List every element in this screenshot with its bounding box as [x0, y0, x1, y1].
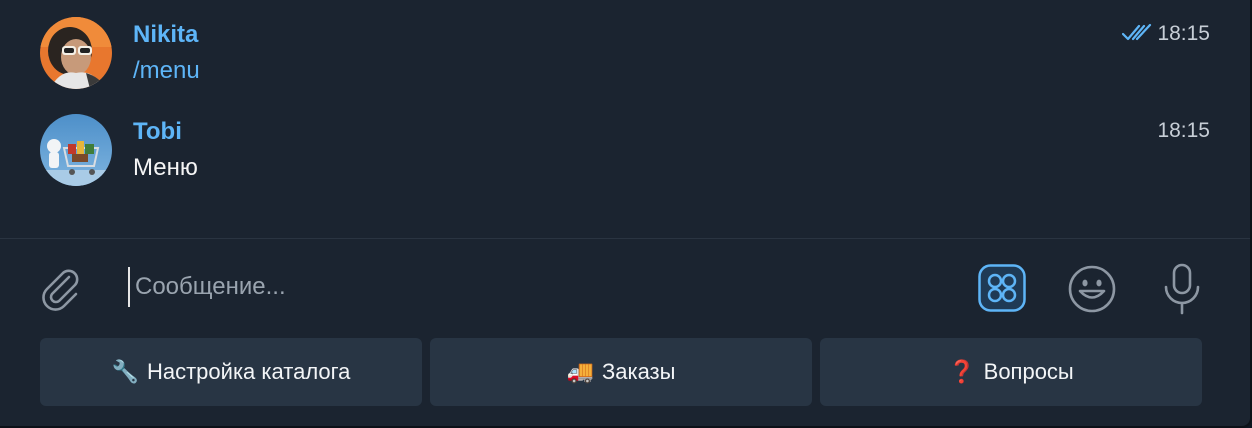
- tobi-avatar-image: [40, 114, 112, 186]
- nikita-avatar-image: [40, 17, 112, 89]
- message-text[interactable]: /menu: [133, 57, 200, 85]
- question-mark-icon: ❓: [948, 359, 976, 385]
- message-input[interactable]: [128, 267, 955, 307]
- keyboard-button-label: Заказы: [601, 359, 676, 384]
- truck-icon: 🚚: [566, 359, 594, 385]
- paperclip-icon[interactable]: [38, 265, 84, 311]
- message-list: Nikita /menu 18:15 Tobi Меню 18:15: [0, 0, 1250, 238]
- message-item[interactable]: Tobi Меню 18:15: [0, 114, 1250, 204]
- message-composer: [0, 239, 1250, 337]
- keyboard-button-label: Настройка каталога: [146, 359, 351, 384]
- message-time: 18:15: [1157, 119, 1210, 142]
- keyboard-button-catalog-settings[interactable]: 🔧 Настройка каталога: [40, 338, 422, 406]
- bot-commands-icon[interactable]: [978, 264, 1026, 312]
- avatar[interactable]: [40, 17, 112, 89]
- keyboard-button-questions[interactable]: ❓ Вопросы: [820, 338, 1202, 406]
- reply-keyboard: 🔧 Настройка каталога 🚚 Заказы ❓ Вопросы: [40, 338, 1212, 406]
- message-time: 18:15: [1157, 22, 1210, 45]
- keyboard-button-label: Вопросы: [983, 359, 1074, 384]
- sender-name[interactable]: Nikita: [133, 21, 198, 49]
- emoji-icon[interactable]: [1067, 264, 1117, 314]
- microphone-icon[interactable]: [1160, 263, 1204, 315]
- double-check-icon: [1122, 23, 1152, 41]
- message-text[interactable]: Меню: [133, 154, 198, 182]
- avatar[interactable]: [40, 114, 112, 186]
- sender-name[interactable]: Tobi: [133, 118, 182, 146]
- wrench-icon: 🔧: [111, 359, 139, 385]
- message-item[interactable]: Nikita /menu 18:15: [0, 17, 1250, 107]
- keyboard-button-orders[interactable]: 🚚 Заказы: [430, 338, 812, 406]
- chat-window: Nikita /menu 18:15 Tobi Меню 18:15 Сообщ…: [0, 0, 1252, 428]
